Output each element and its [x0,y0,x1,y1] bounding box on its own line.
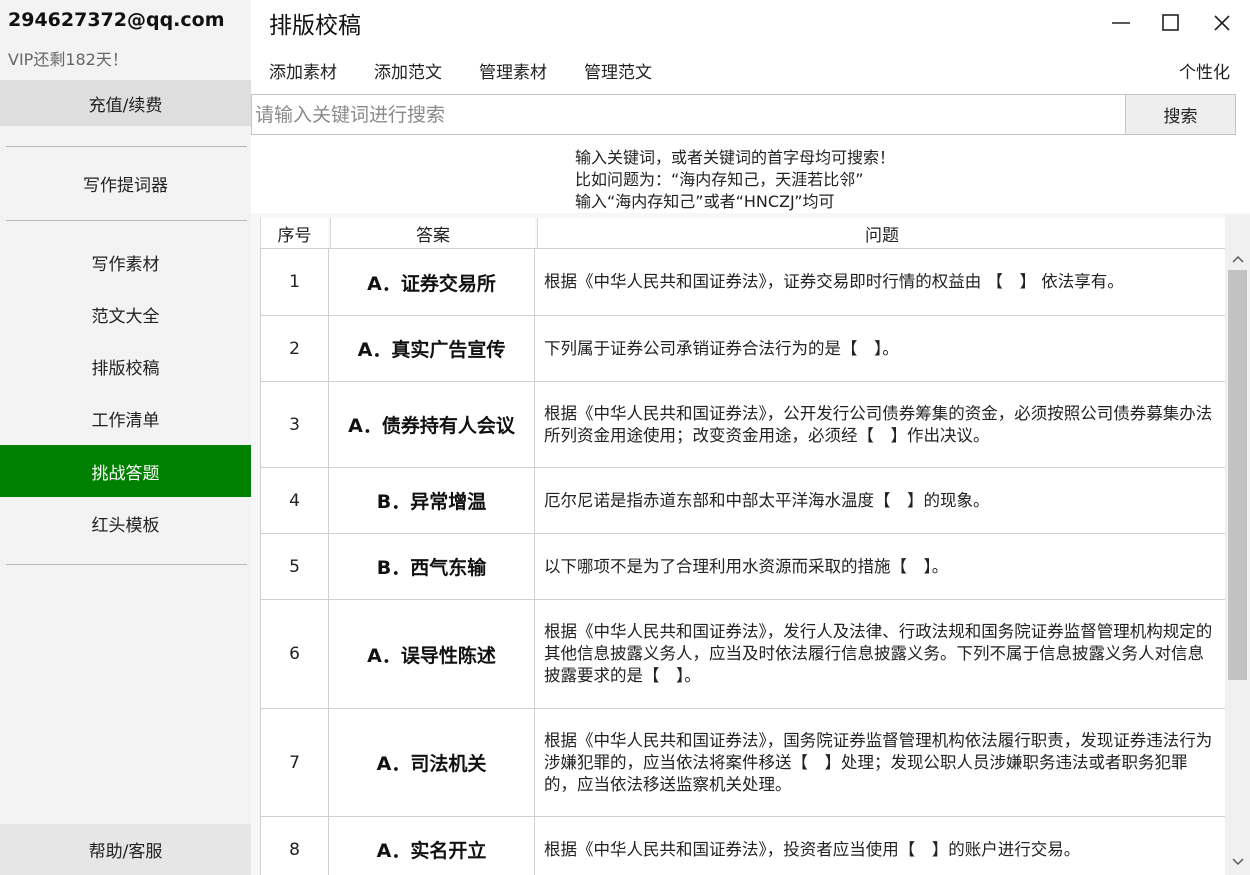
search-hint-line: 比如问题为：“海内存知己，天涯若比邻” [575,170,864,189]
user-email: 294627372@qq.com [8,9,225,31]
row-question: 根据《中华人民共和国证券法》，发行人及法律、行政法规和国务院证券监督管理机构规定… [535,600,1226,708]
row-answer: A．债券持有人会议 [328,382,535,467]
row-number: 2 [260,316,328,381]
row-answer: B．异常增温 [328,468,535,533]
table-row[interactable]: 3 A．债券持有人会议 根据《中华人民共和国证券法》，公开发行公司债券筹集的资金… [260,381,1226,468]
row-question: 下列属于证券公司承销证券合法行为的是【 】。 [535,316,1226,381]
sidebar-divider [6,146,247,147]
row-number: 4 [260,468,328,533]
row-number: 3 [260,382,328,467]
maximize-icon [1162,14,1179,31]
quiz-table: 序号 答案 问题 1 A．证券交易所 根据《中华人民共和国证券法》，证券交易即时… [251,213,1250,875]
row-number: 7 [260,709,328,816]
sidebar-divider [6,220,247,221]
search-button[interactable]: 搜索 [1125,94,1236,135]
vip-remaining: VIP还剩182天！ [8,50,128,69]
table-row[interactable]: 4 B．异常增温 厄尔尼诺是指赤道东部和中部太平洋海水温度【 】的现象。 [260,467,1226,534]
scroll-thumb[interactable] [1228,270,1247,680]
row-answer: A．司法机关 [328,709,535,816]
close-button[interactable] [1205,6,1239,40]
search-hint-line: 输入“海内存知己”或者“HNCZJ”均可 [575,192,835,211]
toolbar-manage-sample[interactable]: 管理范文 [584,58,652,83]
maximize-button[interactable] [1154,6,1188,40]
row-question: 根据《中华人民共和国证券法》，证券交易即时行情的权益由 【 】 依法享有。 [535,249,1226,315]
row-number: 6 [260,600,328,708]
close-icon [1214,15,1230,31]
row-number: 5 [260,534,328,599]
column-header-no[interactable]: 序号 [260,218,328,248]
row-question: 以下哪项不是为了合理利用水资源而采取的措施【 】。 [535,534,1226,599]
table-row[interactable]: 1 A．证券交易所 根据《中华人民共和国证券法》，证券交易即时行情的权益由 【 … [260,248,1226,316]
table-scrollbar[interactable] [1225,215,1250,875]
toolbar-manage-material[interactable]: 管理素材 [479,58,547,83]
toolbar-add-material[interactable]: 添加素材 [269,58,337,83]
column-header-question[interactable]: 问题 [537,218,1226,248]
row-question: 根据《中华人民共和国证券法》，国务院证券监督管理机构依法履行职责，发现证券违法行… [535,709,1226,816]
minimize-button[interactable] [1104,6,1138,40]
row-question: 厄尔尼诺是指赤道东部和中部太平洋海水温度【 】的现象。 [535,468,1226,533]
sidebar-item-typesetting-proofread[interactable]: 排版校稿 [0,340,251,392]
table-row[interactable]: 2 A．真实广告宣传 下列属于证券公司承销证券合法行为的是【 】。 [260,315,1226,382]
sidebar-item-red-header-template[interactable]: 红头模板 [0,497,251,549]
toolbar-add-sample[interactable]: 添加范文 [374,58,442,83]
sidebar-item-writing-material[interactable]: 写作素材 [0,236,251,288]
row-answer: A．实名开立 [328,817,535,875]
search-hint-line: 输入关键词，或者关键词的首字母均可搜索！ [575,148,896,167]
column-header-answer[interactable]: 答案 [330,218,535,248]
row-answer: A．证券交易所 [328,249,535,315]
search-input[interactable] [251,94,1126,135]
table-row[interactable]: 6 A．误导性陈述 根据《中华人民共和国证券法》，发行人及法律、行政法规和国务院… [260,599,1226,709]
recharge-button[interactable]: 充值/续费 [0,80,251,126]
table-row[interactable]: 7 A．司法机关 根据《中华人民共和国证券法》，国务院证券监督管理机构依法履行职… [260,708,1226,817]
help-support-button[interactable]: 帮助/客服 [0,824,251,875]
row-answer: A．真实广告宣传 [328,316,535,381]
row-number: 8 [260,817,328,875]
scroll-down-button[interactable] [1225,851,1250,873]
table-row[interactable]: 8 A．实名开立 根据《中华人民共和国证券法》，投资者应当使用【 】的账户进行交… [260,816,1226,875]
sidebar: 294627372@qq.com VIP还剩182天！ 充值/续费 写作提词器 … [0,0,251,875]
table-header: 序号 答案 问题 [251,213,1226,248]
row-number: 1 [260,249,328,315]
sidebar-item-sample-essays[interactable]: 范文大全 [0,288,251,340]
row-question: 根据《中华人民共和国证券法》，公开发行公司债券筹集的资金，必须按照公司债券募集办… [535,382,1226,467]
sidebar-item-work-list[interactable]: 工作清单 [0,392,251,444]
chevron-down-icon [1232,858,1243,865]
table-row[interactable]: 5 B．西气东输 以下哪项不是为了合理利用水资源而采取的措施【 】。 [260,533,1226,600]
row-answer: B．西气东输 [328,534,535,599]
row-question: 根据《中华人民共和国证券法》，投资者应当使用【 】的账户进行交易。 [535,817,1226,875]
scroll-up-button[interactable] [1225,248,1250,270]
personalize-button[interactable]: 个性化 [1179,58,1230,83]
chevron-up-icon [1232,256,1243,263]
writing-prompter-button[interactable]: 写作提词器 [0,157,251,209]
app-window: 294627372@qq.com VIP还剩182天！ 充值/续费 写作提词器 … [0,0,1250,875]
sidebar-item-challenge-quiz[interactable]: 挑战答题 [0,445,251,497]
row-answer: A．误导性陈述 [328,600,535,708]
page-title: 排版校稿 [269,13,361,39]
minimize-icon [1112,22,1130,24]
sidebar-divider [6,564,247,565]
